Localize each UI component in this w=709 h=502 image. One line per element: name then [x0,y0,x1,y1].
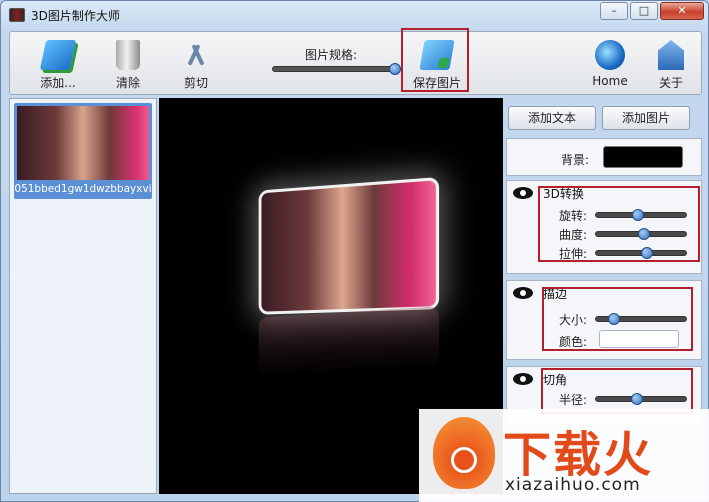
trash-icon [116,40,140,70]
maximize-button[interactable]: □ [630,2,658,20]
3d-image-preview [258,176,440,315]
corner-highlight-box [541,368,693,414]
title-bar: 3D图片制作大师 – □ ✕ [1,1,708,29]
window-title: 3D图片制作大师 [31,9,120,23]
about-label: 关于 [658,76,683,90]
minimize-button[interactable]: – [600,2,628,20]
download-dot-icon [451,447,477,473]
add-text-button[interactable]: 添加文本 [508,106,596,130]
add-label: 添加... [40,76,76,90]
thumbnail-panel: 051bbed1gw1dwzbbayxvi [9,98,157,494]
watermark-overlay: 下载火 xiazaihuo.com [419,409,709,502]
background-color-picker[interactable] [603,146,683,168]
transform3d-highlight-box [538,186,700,262]
scissors-icon [181,40,211,70]
eye-icon[interactable] [513,373,533,385]
about-button[interactable]: 关于 [643,36,699,94]
home-button[interactable]: Home [582,36,638,94]
background-section: 背景: [506,138,702,176]
close-button[interactable]: ✕ [660,2,704,20]
compass-icon [595,40,625,70]
toolbar: 添加... 清除 剪切 图片规格: 保存图片 Home 关于 [9,31,702,95]
eye-icon[interactable] [513,187,533,199]
eye-icon[interactable] [513,287,533,299]
house-icon [658,40,684,70]
window-controls: – □ ✕ [600,2,704,20]
app-window: 3D图片制作大师 – □ ✕ 添加... 清除 剪切 图片规格: 保存图片 Ho… [0,0,709,502]
size-slider-thumb[interactable] [388,63,401,75]
cut-button[interactable]: 剪切 [168,36,224,94]
thumbnail-item[interactable]: 051bbed1gw1dwzbbayxvi [14,103,152,199]
home-label: Home [592,74,628,88]
add-image-icon [39,40,77,70]
clear-button[interactable]: 清除 [100,36,156,94]
watermark-brand-en: xiazaihuo.com [505,475,641,495]
background-label: 背景: [561,153,590,167]
clear-label: 清除 [115,76,140,90]
add-image-button[interactable]: 添加图片 [602,106,690,130]
size-label: 图片规格: [305,48,358,62]
stroke-highlight-box [542,287,693,351]
add-button[interactable]: 添加... [30,36,86,94]
save-highlight-box [401,28,469,92]
thumbnail-name: 051bbed1gw1dwzbbayxvi [14,183,152,195]
size-slider[interactable] [272,63,401,75]
app-logo-icon [9,8,25,22]
image-reflection [258,306,440,376]
thumbnail-image [17,106,149,180]
cut-label: 剪切 [183,76,208,90]
